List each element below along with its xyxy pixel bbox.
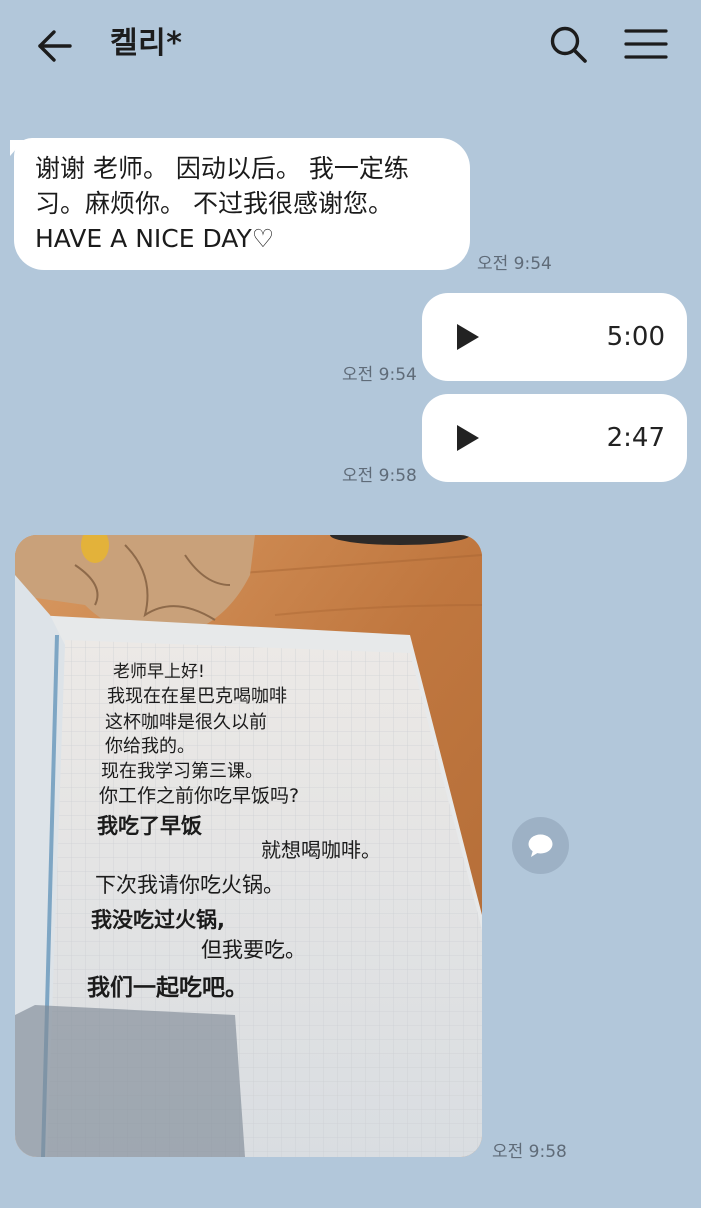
note-line: 这杯咖啡是很久以前	[105, 712, 267, 733]
search-button[interactable]	[546, 22, 592, 68]
search-icon	[550, 26, 587, 63]
play-icon[interactable]	[455, 424, 481, 452]
chat-title: 켈리*	[110, 26, 183, 61]
note-line: 现在我学习第三课。	[101, 761, 263, 782]
note-line: 老师早上好!	[113, 662, 205, 682]
message-text: 谢谢 老师。 因动以后。 我一定练 习。麻烦你。 不过我很感谢您。 HAVE A…	[35, 154, 409, 253]
photo-handwritten-note: 老师早上好! 我现在在星巴克喝咖啡 这杯咖啡是很久以前 你给我的。 现在我学习第…	[15, 535, 482, 1157]
note-line: 但我要吃。	[201, 938, 306, 962]
note-line: 我吃了早饭	[97, 814, 202, 838]
note-line: 下次我请你吃火锅。	[95, 873, 284, 897]
note-line: 你给我的。	[105, 736, 195, 757]
incoming-text-message[interactable]: 谢谢 老师。 因动以后。 我一定练 习。麻烦你。 不过我很感谢您。 HAVE A…	[14, 138, 470, 270]
message-timestamp: 오전 9:58	[342, 466, 417, 486]
menu-button[interactable]	[622, 22, 670, 68]
back-button[interactable]	[30, 22, 78, 70]
note-line: 就想喝咖啡。	[261, 838, 381, 862]
share-button[interactable]	[512, 817, 569, 874]
voice-duration: 5:00	[606, 322, 665, 352]
note-line: 我们一起吃吧。	[87, 974, 248, 1001]
voice-message[interactable]: 5:00	[422, 293, 687, 381]
note-line: 我没吃过火锅,	[91, 908, 225, 932]
message-timestamp: 오전 9:54	[342, 365, 417, 385]
message-timestamp: 오전 9:58	[492, 1142, 567, 1162]
message-timestamp: 오전 9:54	[477, 254, 552, 274]
voice-duration: 2:47	[606, 423, 665, 453]
speech-bubble-icon	[528, 834, 553, 857]
play-icon[interactable]	[455, 323, 481, 351]
note-line: 我现在在星巴克喝咖啡	[107, 686, 287, 707]
arrow-left-icon	[38, 30, 72, 62]
photo-message[interactable]: 老师早上好! 我现在在星巴克喝咖啡 这杯咖啡是很久以前 你给我的。 现在我学习第…	[15, 535, 482, 1157]
voice-message[interactable]: 2:47	[422, 394, 687, 482]
note-line: 你工作之前你吃早饭吗?	[99, 785, 299, 807]
hamburger-menu-icon	[624, 29, 668, 59]
chat-header: 켈리*	[0, 0, 701, 90]
